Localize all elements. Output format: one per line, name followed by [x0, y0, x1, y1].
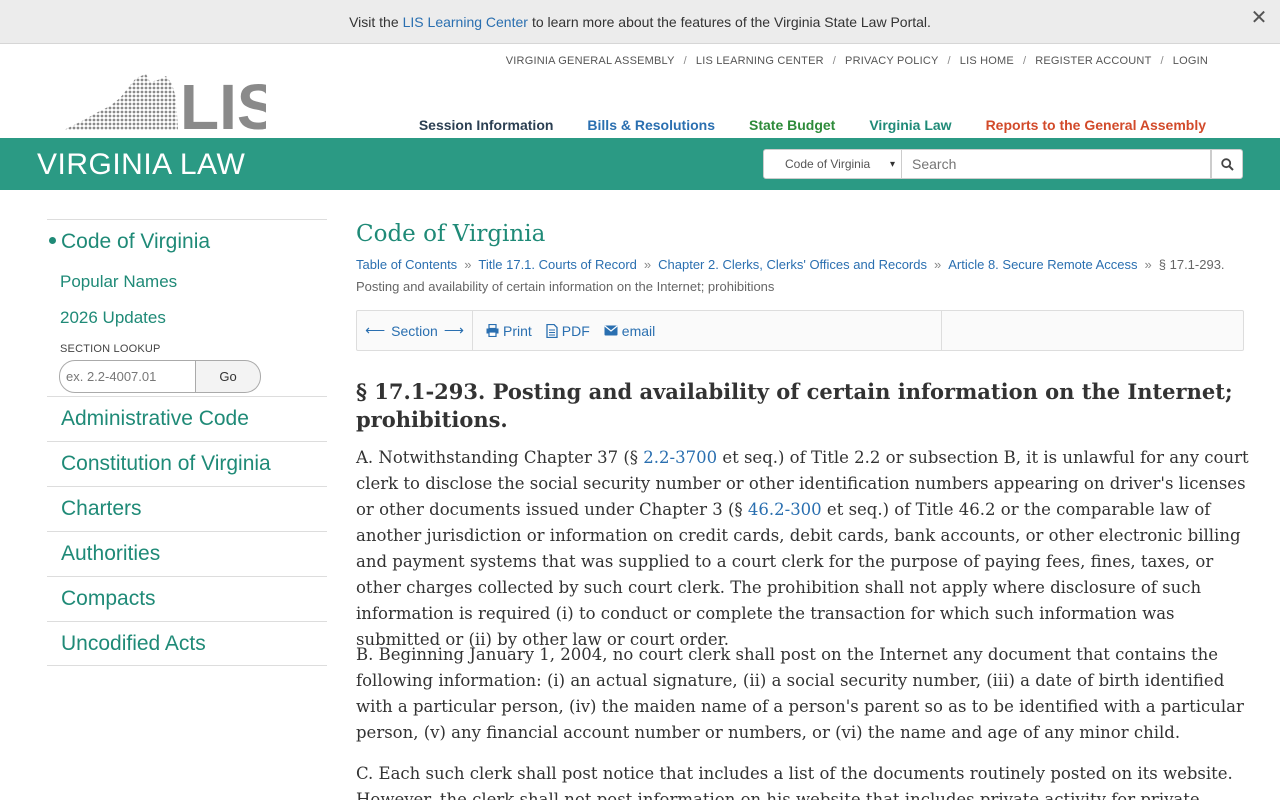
section-lookup-input[interactable]: ex. 2.2-4007.01	[59, 360, 196, 393]
breadcrumb: Table of Contents » Title 17.1. Courts of …	[356, 254, 1244, 298]
util-sep: /	[947, 55, 951, 67]
sidebar-item-administrative-code[interactable]: Administrative Code	[47, 396, 327, 441]
nav-bills-resolutions[interactable]: Bills & Resolutions	[587, 117, 715, 133]
link-2-2-3700[interactable]: 2.2-3700	[643, 448, 717, 467]
breadcrumb-article[interactable]: Article 8. Secure Remote Access	[948, 257, 1137, 272]
section-nav-label: Section	[391, 322, 438, 339]
print-button[interactable]: Print	[486, 323, 532, 339]
util-lis-home[interactable]: LIS HOME	[960, 55, 1014, 67]
util-learning-center[interactable]: LIS LEARNING CENTER	[696, 55, 824, 67]
search-scope-select[interactable]: Code of Virginia ▾	[763, 149, 902, 179]
breadcrumb-sep: »	[933, 257, 942, 272]
email-button[interactable]: email	[604, 323, 655, 339]
util-privacy-policy[interactable]: PRIVACY POLICY	[845, 55, 938, 67]
breadcrumb-toc[interactable]: Table of Contents	[356, 257, 457, 272]
pdf-button[interactable]: PDF	[546, 323, 590, 339]
section-lookup-go-button[interactable]: Go	[196, 360, 261, 393]
sidebar-item-compacts[interactable]: Compacts	[47, 576, 327, 621]
section-actions: Print PDF email	[473, 311, 942, 350]
section-lookup-label: SECTION LOOKUP	[60, 343, 161, 355]
util-login[interactable]: LOGIN	[1173, 55, 1208, 67]
pdf-icon	[546, 323, 558, 338]
para-a-text-1: A. Notwithstanding Chapter 37 (§	[356, 448, 644, 467]
sidebar-item-authorities[interactable]: Authorities	[47, 531, 327, 576]
envelope-icon	[604, 325, 618, 336]
sidebar-item-charters[interactable]: Charters	[47, 486, 327, 531]
search-input[interactable]	[902, 149, 1211, 179]
section-toolbar: ⟵ Section ⟶ Print PDF email	[356, 310, 1244, 351]
virginia-map-icon: LIS	[64, 71, 280, 143]
search-scope-value: Code of Virginia	[785, 157, 871, 171]
para-a-text-3: et seq.) of Title 46.2 or the comparable…	[356, 500, 1241, 649]
breadcrumb-sep: »	[643, 257, 652, 272]
notice-bar: Visit the LIS Learning Center to learn m…	[0, 0, 1280, 44]
learning-center-link[interactable]: LIS Learning Center	[403, 14, 528, 30]
utility-nav: VIRGINIA GENERAL ASSEMBLY / LIS LEARNING …	[506, 55, 1208, 67]
breadcrumb-chapter[interactable]: Chapter 2. Clerks, Clerks' Offices and R…	[658, 257, 927, 272]
nav-state-budget[interactable]: State Budget	[749, 117, 835, 133]
logo-text: LIS	[180, 74, 266, 132]
nav-session-information[interactable]: Session Information	[419, 117, 554, 133]
page-title: Code of Virginia	[356, 221, 546, 247]
util-sep: /	[1022, 55, 1027, 67]
arrow-right-icon[interactable]: ⟶	[444, 322, 464, 339]
email-label: email	[621, 322, 656, 339]
util-general-assembly[interactable]: VIRGINIA GENERAL ASSEMBLY	[506, 55, 675, 67]
chevron-down-icon: ▾	[889, 159, 895, 170]
bullet-icon	[49, 237, 56, 244]
section-lookup: ex. 2.2-4007.01 Go	[59, 360, 261, 393]
print-label: Print	[503, 322, 532, 339]
nav-virginia-law[interactable]: Virginia Law	[869, 117, 951, 133]
section-band: VIRGINIA LAW Code of Virginia ▾	[0, 138, 1280, 190]
util-sep: /	[1160, 55, 1164, 67]
breadcrumb-title[interactable]: Title 17.1. Courts of Record	[478, 257, 636, 272]
search-icon	[1220, 157, 1234, 171]
util-register[interactable]: REGISTER ACCOUNT	[1035, 55, 1151, 67]
nav-reports[interactable]: Reports to the General Assembly	[986, 117, 1206, 133]
arrow-left-icon[interactable]: ⟵	[365, 322, 385, 339]
notice-suffix: to learn more about the features of the …	[531, 13, 931, 30]
band-title: VIRGINIA LAW	[37, 148, 246, 181]
util-sep: /	[683, 55, 687, 67]
main-nav: Session Information Bills & Resolutions …	[419, 117, 1206, 133]
close-icon[interactable]: ✕	[1248, 8, 1270, 30]
lis-logo[interactable]: LIS	[64, 71, 280, 143]
breadcrumb-sep: »	[1144, 257, 1152, 272]
section-nav: ⟵ Section ⟶	[357, 311, 473, 350]
print-icon	[486, 324, 499, 337]
breadcrumb-sep: »	[464, 257, 472, 272]
sidebar-item-uncodified-acts[interactable]: Uncodified Acts	[47, 621, 327, 666]
pdf-label: PDF	[561, 322, 590, 339]
sidebar-item-popular-names[interactable]: Popular Names	[60, 272, 177, 292]
sidebar: Code of Virginia Popular Names 2026 Upda…	[47, 219, 327, 666]
search-button[interactable]	[1211, 149, 1243, 179]
site-header: LIS VIRGINIA GENERAL ASSEMBLY / LIS LEARN…	[0, 44, 1280, 143]
sidebar-item-code-of-virginia[interactable]: Code of Virginia	[61, 230, 210, 254]
paragraph-c: C. Each such clerk shall post notice tha…	[356, 764, 1233, 800]
notice-prefix: Visit the	[349, 13, 399, 30]
sidebar-item-updates[interactable]: 2026 Updates	[60, 308, 166, 328]
paragraph-b: B. Beginning January 1, 2004, no court c…	[356, 645, 1244, 742]
section-heading: § 17.1-293. Posting and availability of …	[356, 379, 1233, 432]
link-46-2-300[interactable]: 46.2-300	[748, 500, 822, 519]
util-sep: /	[832, 55, 837, 67]
search-bar: Code of Virginia ▾	[763, 149, 1243, 179]
paragraph-a: A. Notwithstanding Chapter 37 (§ 2.2-370…	[356, 445, 1256, 653]
sidebar-active-group: Code of Virginia Popular Names 2026 Upda…	[47, 219, 327, 396]
sidebar-item-constitution[interactable]: Constitution of Virginia	[47, 441, 327, 486]
